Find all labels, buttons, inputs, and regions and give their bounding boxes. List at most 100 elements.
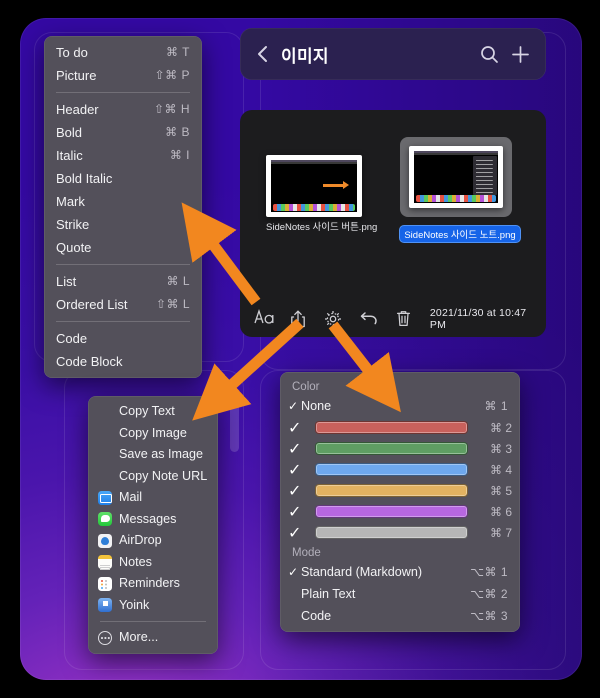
menu-item-label: Bold: [56, 125, 83, 140]
menu-item-to-do[interactable]: To do ⌘ T: [44, 41, 202, 64]
menu-item-color-purple[interactable]: ✓ ⌘ 6: [280, 501, 520, 522]
menu-item-list[interactable]: List ⌘ L: [44, 270, 202, 293]
menu-item-label: Copy Note URL: [119, 468, 208, 483]
plus-icon[interactable]: [511, 45, 530, 64]
menu-item-color-green[interactable]: ✓ ⌘ 3: [280, 438, 520, 459]
image-filename-selected: SideNotes 사이드 노트.png: [400, 226, 520, 242]
menu-item-label: Standard (Markdown): [301, 565, 423, 579]
menu-item-mode-standard[interactable]: ✓ Standard (Markdown) ⌥⌘ 1: [280, 561, 520, 583]
menu-item-shortcut: ⇧⌘ H: [153, 102, 190, 116]
messages-icon: [98, 512, 112, 527]
menu-item-mail[interactable]: Mail: [88, 487, 218, 509]
menu-item-color-gray[interactable]: ✓ ⌘ 7: [280, 522, 520, 543]
menu-item-airdrop[interactable]: AirDrop: [88, 530, 218, 552]
color-menu[interactable]: Color ✓ None ⌘ 1 ✓ ⌘ 2 ✓ ⌘ 3 ✓ ⌘ 4 ✓ ⌘ 5…: [280, 372, 520, 632]
menu-item-shortcut: ⌘ 7: [489, 525, 512, 540]
menu-separator: [56, 264, 190, 265]
mode-section-header: Mode: [292, 547, 321, 559]
menu-item-label: AirDrop: [119, 533, 162, 547]
image-thumbnail-item[interactable]: SideNotes 사이드 버튼.png: [266, 155, 377, 235]
checkmark-placeholder: ✓: [288, 583, 301, 605]
menu-item-label: Mail: [119, 490, 143, 504]
menu-item-label: Save as Image: [119, 447, 204, 461]
menu-item-color-red[interactable]: ✓ ⌘ 2: [280, 417, 520, 438]
menu-item-shortcut: ⌥⌘ 2: [470, 587, 508, 601]
menu-item-label: Copy Image: [119, 425, 187, 440]
menu-item-color-blue[interactable]: ✓ ⌘ 4: [280, 459, 520, 480]
menu-item-more[interactable]: More...: [88, 627, 218, 649]
menu-item-shortcut: ⌘ 5: [489, 483, 512, 498]
panel-divider-handle[interactable]: [230, 394, 239, 452]
menu-item-label: Yoink: [119, 597, 150, 612]
menu-item-label: Mark: [56, 194, 85, 209]
image-action-toolbar: 2021/11/30 at 10:47 PM: [240, 301, 546, 337]
menu-item-label: Code: [301, 609, 332, 623]
menu-item-yoink[interactable]: Yoink: [88, 595, 218, 617]
menu-item-ordered-list[interactable]: Ordered List ⇧⌘ L: [44, 293, 202, 316]
menu-item-label: Copy Text: [119, 404, 175, 418]
undo-arrow-icon[interactable]: [360, 310, 378, 328]
menu-item-italic[interactable]: Italic ⌘ I: [44, 144, 202, 167]
blank-icon: [98, 448, 112, 462]
menu-item-picture[interactable]: Picture ⇧⌘ P: [44, 64, 202, 87]
menu-item-shortcut: ⌘ 3: [489, 441, 512, 456]
checkmark-placeholder: ✓: [288, 419, 302, 437]
menu-item-header[interactable]: Header ⇧⌘ H: [44, 98, 202, 121]
menu-item-code[interactable]: Code: [44, 327, 202, 350]
menu-item-messages[interactable]: Messages: [88, 509, 218, 531]
blank-icon: [98, 469, 112, 483]
menu-item-code-block[interactable]: Code Block: [44, 350, 202, 373]
menu-item-save-as-image[interactable]: Save as Image: [88, 444, 218, 466]
menu-item-copy-image[interactable]: Copy Image: [88, 423, 218, 445]
menu-item-bold-italic[interactable]: Bold Italic: [44, 167, 202, 190]
image-thumbnail-item-selected[interactable]: SideNotes 사이드 노트.png: [400, 137, 520, 243]
menu-item-strike[interactable]: Strike: [44, 213, 202, 236]
menu-item-quote[interactable]: Quote: [44, 236, 202, 259]
notes-icon: [98, 555, 112, 570]
search-icon[interactable]: [480, 45, 499, 64]
menu-item-bold[interactable]: Bold ⌘ B: [44, 121, 202, 144]
menu-item-color-yellow[interactable]: ✓ ⌘ 5: [280, 480, 520, 501]
color-swatch: [315, 484, 468, 497]
menu-item-label: None: [301, 399, 332, 413]
menu-item-label: More...: [119, 630, 159, 644]
menu-item-copy-text[interactable]: Copy Text: [88, 401, 218, 423]
menu-separator: [56, 321, 190, 322]
screenshot-root: 이미지 SideNotes 사이드 버튼.png SideNotes 사이드 노…: [0, 0, 600, 698]
checkmark-placeholder: ✓: [288, 461, 302, 479]
menu-separator: [56, 92, 190, 93]
chevron-left-icon[interactable]: [256, 44, 269, 64]
menu-item-mark[interactable]: Mark: [44, 190, 202, 213]
menu-item-shortcut: ⌘ 1: [484, 399, 508, 413]
menu-item-label: Quote: [56, 240, 92, 255]
image-filename: SideNotes 사이드 버튼.png: [266, 222, 378, 233]
menu-item-shortcut: ⌥⌘ 1: [470, 565, 508, 579]
share-menu[interactable]: Copy Text Copy Image Save as Image Copy …: [88, 396, 218, 654]
format-menu[interactable]: To do ⌘ T Picture ⇧⌘ P Header ⇧⌘ H Bold …: [44, 36, 202, 378]
checkmark-placeholder: ✓: [288, 440, 302, 458]
menu-item-label: To do: [56, 45, 88, 60]
color-section-header: Color: [292, 381, 320, 393]
menu-item-mode-plain-text[interactable]: ✓ Plain Text ⌥⌘ 2: [280, 583, 520, 605]
menu-item-color-none[interactable]: ✓ None ⌘ 1: [280, 395, 520, 417]
gear-icon[interactable]: [324, 310, 342, 328]
reminders-icon: [98, 576, 112, 591]
menu-item-shortcut: ⌘ I: [169, 148, 190, 162]
menu-item-shortcut: ⌘ L: [166, 274, 190, 288]
share-icon[interactable]: [290, 310, 306, 328]
menu-item-label: Ordered List: [56, 297, 128, 312]
app-toolbar: 이미지: [240, 28, 546, 80]
menu-item-label: Reminders: [119, 576, 180, 590]
menu-item-label: Picture: [56, 68, 97, 83]
menu-item-shortcut: ⇧⌘ L: [155, 297, 190, 311]
page-title: 이미지: [281, 46, 329, 66]
trash-icon[interactable]: [396, 310, 412, 328]
menu-item-notes[interactable]: Notes: [88, 552, 218, 574]
aa-text-icon[interactable]: [254, 308, 274, 328]
menu-item-mode-code[interactable]: ✓ Code ⌥⌘ 3: [280, 605, 520, 627]
color-swatch: [315, 505, 468, 518]
checkmark-icon: ✓: [288, 565, 299, 579]
menu-item-reminders[interactable]: Reminders: [88, 573, 218, 595]
menu-item-copy-note-url[interactable]: Copy Note URL: [88, 466, 218, 488]
checkmark-placeholder: ✓: [288, 605, 301, 627]
